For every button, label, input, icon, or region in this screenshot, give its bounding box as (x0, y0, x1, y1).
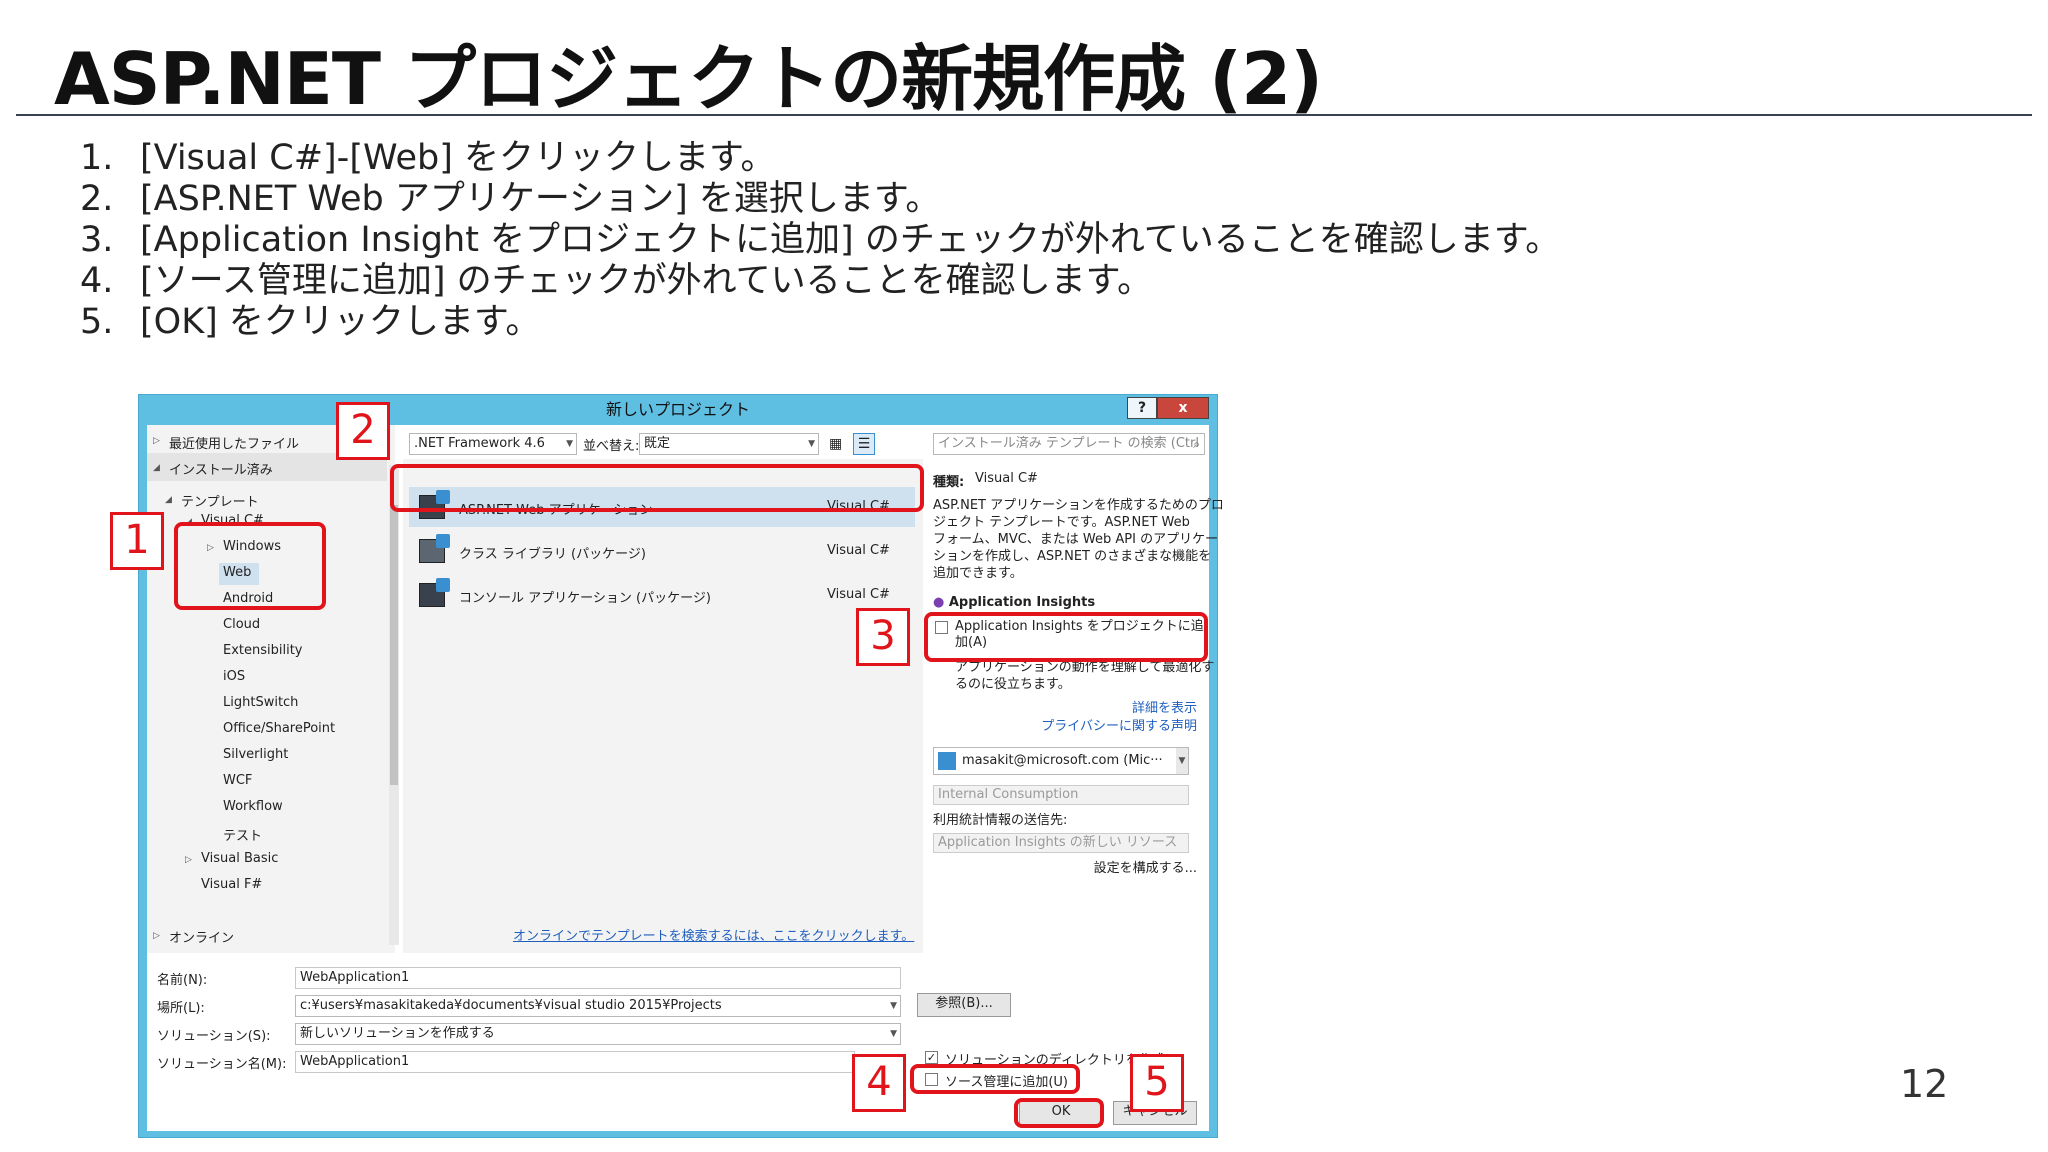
tree-lightswitch[interactable]: LightSwitch (223, 695, 298, 710)
project-name-input[interactable]: WebApplication1 (295, 967, 901, 989)
template-row-console[interactable]: コンソール アプリケーション (パッケージ) Visual C# (409, 575, 915, 615)
solution-select[interactable]: 新しいソリューションを作成する ▼ (295, 1023, 901, 1045)
template-details: 種類: Visual C# ASP.NET アプリケーションを作成するためのプロ… (933, 425, 1224, 953)
console-app-icon (419, 578, 450, 607)
browse-button[interactable]: 参照(B)... (917, 993, 1011, 1017)
list-view-icon[interactable]: ☰ (853, 433, 875, 455)
page-number: 12 (1900, 1062, 1949, 1106)
annotation-number-4: 4 (852, 1054, 906, 1112)
grid-view-icon[interactable]: ▦ (829, 435, 847, 453)
template-tree: ▷ 最近使用したファイル ◢ インストール済み ◢ テンプレート ◢ Visua… (147, 425, 399, 953)
tree-visual-basic[interactable]: Visual Basic (201, 851, 278, 866)
create-directory-checkbox[interactable]: ✓ (925, 1051, 938, 1064)
collapsed-arrow-icon[interactable]: ▷ (185, 855, 192, 865)
annotation-number-2: 2 (336, 402, 390, 460)
step-3: 3. [Application Insight をプロジェクトに追加] のチェック… (80, 220, 1561, 260)
step-5: 5. [OK] をクリックします。 (80, 302, 541, 342)
framework-select[interactable]: .NET Framework 4.6 ▼ (409, 433, 577, 455)
tree-office[interactable]: Office/SharePoint (223, 721, 335, 736)
account-select[interactable]: masakit@microsoft.com (Mic··· ▼ (933, 747, 1189, 775)
subscription-select[interactable]: Internal Consumption (933, 785, 1189, 805)
chevron-down-icon: ▼ (1176, 748, 1188, 774)
template-row-class-library[interactable]: クラス ライブラリ (パッケージ) Visual C# (409, 531, 915, 571)
instruction-list: 1. [Visual C#]-[Web] をクリックします。 2. [ASP.NET… (80, 138, 1560, 343)
annotation-number-5: 5 (1130, 1054, 1184, 1112)
help-button[interactable]: ? (1127, 397, 1157, 419)
location-input[interactable]: c:¥users¥masakitakeda¥documents¥visual s… (295, 995, 901, 1017)
account-avatar-icon (938, 752, 956, 770)
step-1: 1. [Visual C#]-[Web] をクリックします。 (80, 138, 776, 178)
collapsed-arrow-icon[interactable]: ▷ (153, 931, 160, 941)
collapsed-arrow-icon[interactable]: ▷ (153, 436, 160, 446)
close-button[interactable]: x (1157, 397, 1209, 419)
tree-cloud[interactable]: Cloud (223, 617, 260, 632)
sort-select[interactable]: 既定 ▼ (639, 433, 819, 455)
solution-label: ソリューション(S): (157, 1029, 271, 1044)
chevron-down-icon: ▼ (890, 1001, 897, 1011)
solution-name-input[interactable]: WebApplication1 (295, 1051, 855, 1073)
location-label: 場所(L): (157, 1001, 205, 1016)
online-templates-link[interactable]: オンラインでテンプレートを検索するには、ここをクリックします。 (513, 925, 914, 944)
type-value: Visual C# (975, 471, 1038, 486)
chevron-down-icon: ▼ (890, 1029, 897, 1039)
tree-wcf[interactable]: WCF (223, 773, 252, 788)
sort-label: 並べ替え: (583, 439, 640, 454)
tree-workflow[interactable]: Workflow (223, 799, 283, 814)
slide-title: ASP.NET プロジェクトの新規作成 (2) (54, 37, 1323, 121)
configure-settings-link[interactable]: 設定を構成する... (1094, 857, 1197, 876)
title-divider (16, 114, 2032, 116)
annotation-box-5 (1014, 1098, 1104, 1128)
tree-silverlight[interactable]: Silverlight (223, 747, 288, 762)
annotation-box-2 (390, 464, 924, 512)
annotation-box-3 (924, 612, 1208, 662)
telemetry-label: 利用統計情報の送信先: (933, 813, 1068, 828)
step-2: 2. [ASP.NET Web アプリケーション] を選択します。 (80, 179, 941, 219)
step-4: 4. [ソース管理に追加] のチェックが外れていることを確認します。 (80, 261, 1153, 301)
tree-recent[interactable]: 最近使用したファイル (169, 433, 299, 452)
expanded-arrow-icon[interactable]: ◢ (153, 463, 160, 473)
tree-installed[interactable]: インストール済み (169, 459, 273, 478)
application-insights-header: ● Application Insights (933, 595, 1096, 610)
scrollbar-thumb[interactable] (390, 505, 398, 785)
template-list: ASP.NET Web アプリケーション Visual C# クラス ライブラリ… (403, 459, 923, 953)
annotation-box-4 (910, 1064, 1080, 1094)
expanded-arrow-icon[interactable]: ◢ (165, 495, 172, 505)
chevron-down-icon: ▼ (808, 439, 815, 449)
tree-extensibility[interactable]: Extensibility (223, 643, 303, 658)
tree-test[interactable]: テスト (223, 825, 262, 844)
solution-name-label: ソリューション名(M): (157, 1057, 287, 1072)
type-label: 種類: (933, 475, 965, 490)
tree-online[interactable]: オンライン (169, 927, 234, 946)
chevron-down-icon: ▼ (566, 439, 573, 449)
class-library-icon (419, 534, 450, 563)
ai-description: アプリケーションの動作を理解して最適化す るのに役立ちます。 (955, 660, 1215, 692)
more-info-link[interactable]: 詳細を表示 (1132, 697, 1197, 716)
name-label: 名前(N): (157, 973, 208, 988)
lightbulb-icon: ● (933, 595, 945, 610)
tree-scrollbar[interactable] (389, 465, 399, 945)
privacy-link[interactable]: プライバシーに関する声明 (1041, 715, 1197, 734)
tree-templates[interactable]: テンプレート (181, 491, 259, 510)
annotation-number-3: 3 (856, 608, 910, 666)
annotation-number-1: 1 (110, 512, 164, 570)
tree-visual-fsharp[interactable]: Visual F# (201, 877, 262, 892)
tree-ios[interactable]: iOS (223, 669, 245, 684)
annotation-box-1 (174, 522, 326, 610)
resource-select[interactable]: Application Insights の新しい リソース (933, 833, 1189, 853)
dialog-title: 新しいプロジェクト (605, 400, 750, 419)
template-description: ASP.NET アプリケーションを作成するためのプロ ジェクト テンプレートです… (933, 498, 1224, 581)
